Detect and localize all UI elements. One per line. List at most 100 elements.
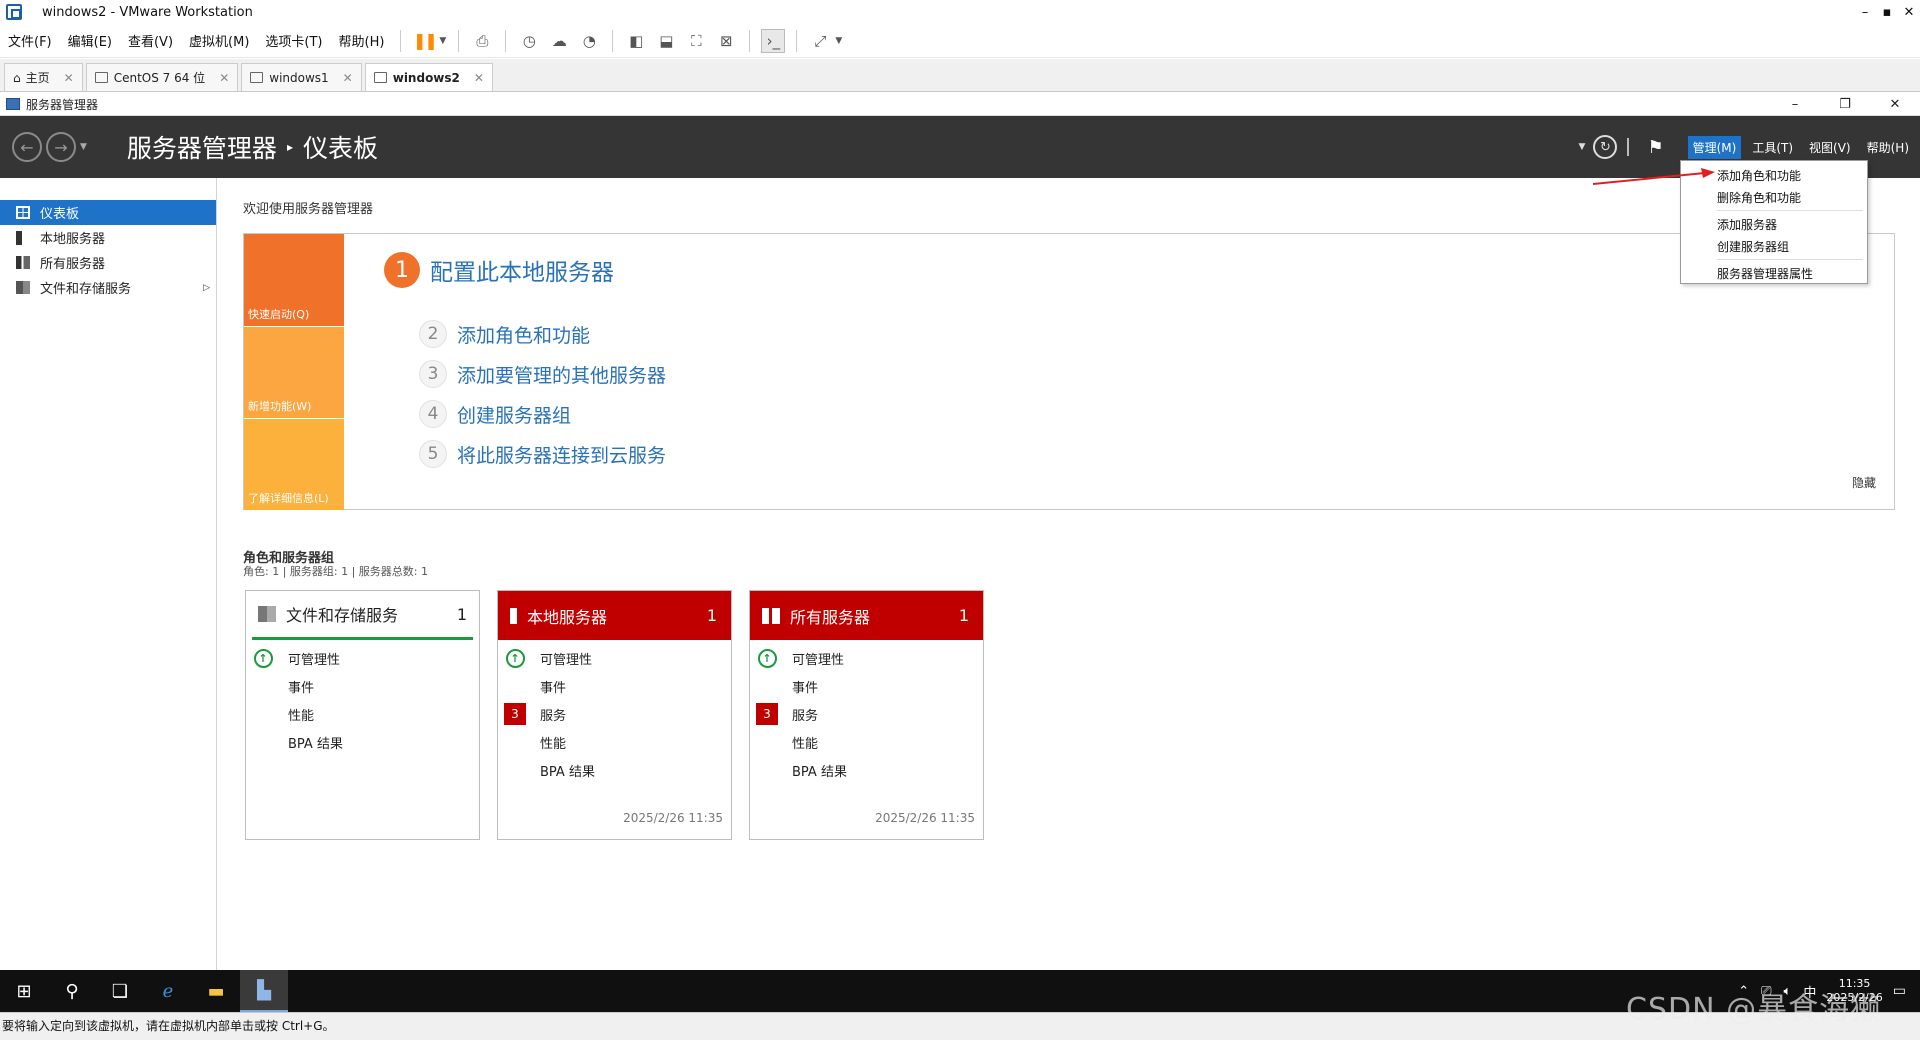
file-explorer-icon[interactable]: ▬	[192, 970, 240, 1012]
guest-close-button[interactable]: ✕	[1870, 97, 1920, 112]
menu-view[interactable]: 查看(V)	[120, 31, 181, 50]
thumbnail-bar-icon[interactable]: ⬓	[654, 29, 678, 53]
tab-close-icon[interactable]: ✕	[474, 71, 484, 85]
server-manager-taskbar-icon[interactable]: ▙	[240, 970, 288, 1012]
network-icon[interactable]: ⎚	[1761, 984, 1771, 999]
card-row-performance[interactable]: 性能	[498, 728, 731, 756]
guest-restore-button[interactable]: ❐	[1820, 97, 1870, 112]
step-link[interactable]: 将此服务器连接到云服务	[457, 441, 666, 468]
role-card-file-storage[interactable]: 文件和存储服务 1 ↑ 可管理性 事件 性能 BPA 结果	[245, 590, 480, 840]
back-arrow-icon[interactable]: ←	[12, 132, 42, 162]
tab-centos[interactable]: CentOS 7 64 位 ✕	[85, 63, 239, 91]
start-windows-icon[interactable]: ⊞	[0, 970, 48, 1012]
tab-close-icon[interactable]: ✕	[64, 71, 74, 85]
role-card-local-server[interactable]: 本地服务器 1 ↑ 可管理性 事件 3 服务 性能 BPA 结果 2025/2/…	[497, 590, 732, 840]
minimize-button[interactable]: –	[1854, 5, 1876, 20]
menu-item-add-servers[interactable]: 添加服务器	[1681, 213, 1867, 235]
menu-file[interactable]: 文件(F)	[0, 31, 60, 50]
chevron-down-icon[interactable]: ▼	[835, 36, 842, 46]
menu-edit[interactable]: 编辑(E)	[60, 31, 120, 50]
snapshot-manager-icon[interactable]: ◔	[577, 29, 601, 53]
card-row-performance[interactable]: 性能	[750, 728, 983, 756]
card-row-performance[interactable]: 性能	[246, 700, 479, 728]
sidebar-item-dashboard[interactable]: 仪表板	[0, 200, 216, 225]
card-row-bpa[interactable]: BPA 结果	[750, 756, 983, 784]
step-link[interactable]: 添加要管理的其他服务器	[457, 361, 666, 388]
ime-indicator[interactable]: 中	[1803, 982, 1816, 1001]
card-row-services[interactable]: 3 服务	[498, 700, 731, 728]
search-icon[interactable]: ⚲	[48, 970, 96, 1012]
card-row-services[interactable]: 3 服务	[750, 700, 983, 728]
sidebar-item-all-servers[interactable]: 所有服务器	[0, 250, 216, 275]
hide-link[interactable]: 隐藏	[1852, 474, 1876, 491]
step-add-roles[interactable]: 2 添加角色和功能	[419, 320, 590, 348]
tile-whats-new[interactable]: 新增功能(W)	[244, 326, 344, 418]
chevron-down-icon[interactable]: ▼	[80, 142, 87, 152]
card-row-events[interactable]: 事件	[498, 672, 731, 700]
tile-learn-more[interactable]: 了解详细信息(L)	[244, 418, 344, 510]
tab-close-icon[interactable]: ✕	[343, 71, 353, 85]
tile-quick-start[interactable]: 快速启动(Q)	[244, 234, 344, 326]
menu-view[interactable]: 视图(V)	[1804, 136, 1856, 159]
sidebar-item-file-storage[interactable]: 文件和存储服务 ▷	[0, 275, 216, 300]
step-configure-local-server[interactable]: 1 配置此本地服务器	[384, 252, 614, 288]
card-row-bpa[interactable]: BPA 结果	[246, 728, 479, 756]
menu-help[interactable]: 帮助(H)	[331, 31, 393, 50]
step-add-servers[interactable]: 3 添加要管理的其他服务器	[419, 360, 666, 388]
chevron-right-icon[interactable]: ▷	[203, 283, 210, 293]
menu-item-create-group[interactable]: 创建服务器组	[1681, 235, 1867, 257]
card-row-events[interactable]: 事件	[246, 672, 479, 700]
guest-minimize-button[interactable]: –	[1770, 97, 1820, 112]
card-row-bpa[interactable]: BPA 结果	[498, 756, 731, 784]
tab-windows2[interactable]: windows2 ✕	[364, 63, 493, 91]
step-link[interactable]: 配置此本地服务器	[430, 253, 614, 287]
card-row-manageability[interactable]: ↑ 可管理性	[498, 644, 731, 672]
internet-explorer-icon[interactable]: ℯ	[144, 970, 192, 1012]
stretch-guest-icon[interactable]: ⤢	[808, 29, 832, 53]
volume-icon[interactable]: 🔈︎	[1784, 984, 1792, 999]
send-ctrl-alt-del-icon[interactable]: ⎙	[470, 29, 494, 53]
unity-icon[interactable]: ⊠	[714, 29, 738, 53]
tab-windows1[interactable]: windows1 ✕	[241, 63, 362, 91]
step-connect-cloud[interactable]: 5 将此服务器连接到云服务	[419, 440, 666, 468]
full-screen-icon[interactable]: ⛶	[684, 29, 708, 53]
menu-manage[interactable]: 管理(M)	[1687, 135, 1742, 159]
refresh-icon[interactable]: ↻	[1593, 135, 1618, 159]
step-link[interactable]: 添加角色和功能	[457, 321, 590, 348]
card-header[interactable]: 所有服务器 1	[750, 591, 983, 640]
role-card-all-servers[interactable]: 所有服务器 1 ↑ 可管理性 事件 3 服务 性能 BPA 结果 2025/2/…	[749, 590, 984, 840]
card-row-events[interactable]: 事件	[750, 672, 983, 700]
forward-arrow-icon[interactable]: →	[46, 132, 76, 162]
step-link[interactable]: 创建服务器组	[457, 401, 571, 428]
step-create-group[interactable]: 4 创建服务器组	[419, 400, 571, 428]
notification-icon[interactable]: ▭	[1893, 983, 1906, 999]
row-label: 事件	[792, 680, 819, 696]
card-header[interactable]: 文件和存储服务 1	[252, 591, 473, 640]
close-button[interactable]: ✕	[1898, 5, 1920, 20]
card-header[interactable]: 本地服务器 1	[498, 591, 731, 640]
tab-close-icon[interactable]: ✕	[219, 71, 229, 85]
menu-tabs[interactable]: 选项卡(T)	[257, 31, 330, 50]
notifications-flag-icon[interactable]: ⚑	[1647, 137, 1663, 158]
maximize-button[interactable]: ▪	[1876, 5, 1898, 20]
menu-vm[interactable]: 虚拟机(M)	[181, 31, 257, 50]
task-view-icon[interactable]: ❏	[96, 970, 144, 1012]
card-row-manageability[interactable]: ↑ 可管理性	[750, 644, 983, 672]
chevron-down-icon[interactable]: ▼	[1579, 142, 1586, 152]
revert-snapshot-icon[interactable]: ☁	[547, 29, 571, 53]
console-view-icon[interactable]: ›_	[761, 28, 786, 53]
pause-icon[interactable]: ❚❚	[412, 29, 438, 53]
menu-item-add-roles[interactable]: 添加角色和功能	[1681, 164, 1867, 186]
tab-home[interactable]: ⌂ 主页 ✕	[4, 63, 83, 91]
taskbar-clock[interactable]: 11:35 2025/2/26	[1826, 977, 1882, 1005]
menu-tools[interactable]: 工具(T)	[1747, 136, 1798, 159]
snapshot-icon[interactable]: ◷	[517, 29, 541, 53]
chevron-up-icon[interactable]: ⌃	[1738, 984, 1749, 999]
menu-item-remove-roles[interactable]: 删除角色和功能	[1681, 186, 1867, 208]
menu-help[interactable]: 帮助(H)	[1862, 136, 1914, 159]
chevron-down-icon[interactable]: ▼	[439, 36, 446, 46]
menu-item-properties[interactable]: 服务器管理器属性	[1681, 262, 1867, 284]
show-library-icon[interactable]: ◧	[624, 29, 648, 53]
sidebar-item-local-server[interactable]: 本地服务器	[0, 225, 216, 250]
card-row-manageability[interactable]: ↑ 可管理性	[246, 644, 479, 672]
